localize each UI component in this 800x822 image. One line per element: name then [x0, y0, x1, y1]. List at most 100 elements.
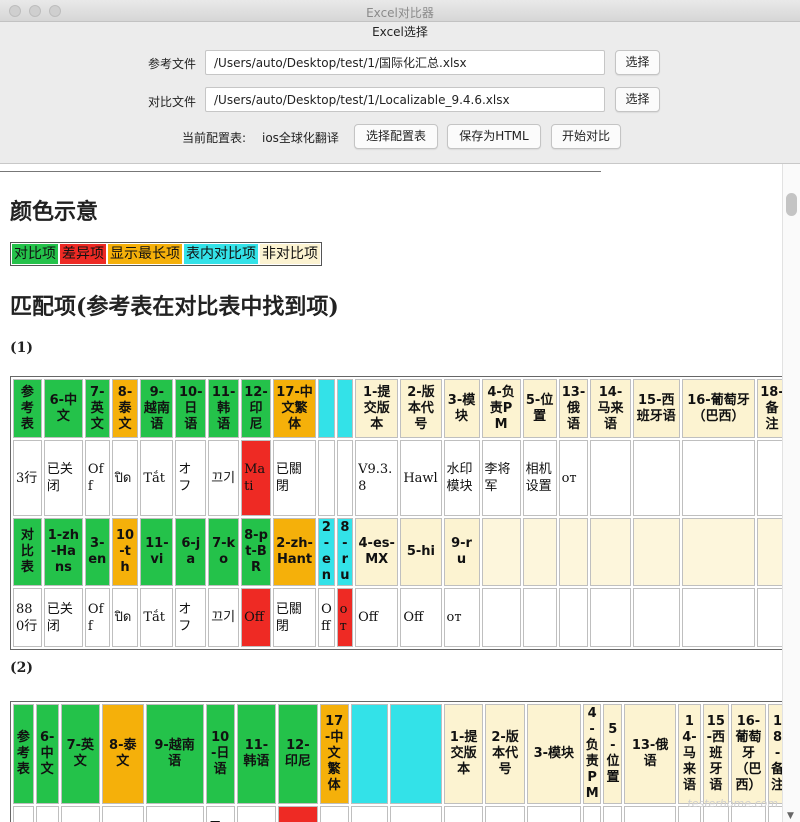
report-view[interactable]: 颜色示意 对比项 差异项 显示最长项 表内对比项 非对比项 匹配项(参考表在对比… — [0, 163, 800, 822]
cmp-header-cell: 对比表 — [13, 518, 42, 586]
cmp-value-cell: Tắt — [140, 588, 174, 647]
ref-header-cell: 1-提交版本 — [355, 379, 399, 438]
save-html-button[interactable]: 保存为HTML — [447, 124, 541, 149]
match-heading: 匹配项(参考表在对比表中找到项) — [10, 294, 339, 320]
cmp-header-cell — [558, 518, 589, 586]
ref-value-cell: Off — [84, 440, 110, 516]
scroll-down-icon[interactable]: ▼ — [787, 811, 794, 821]
ref-value-cell — [336, 440, 354, 516]
window-titlebar: Excel对比器 — [0, 0, 800, 22]
start-compare-button[interactable]: 开始对比 — [551, 124, 621, 149]
cmp-value-cell: 끄기 — [208, 588, 240, 647]
cmp-header-cell: 1-zh-Hans — [43, 518, 83, 586]
panel-title: Excel选择 — [372, 25, 428, 39]
ref-header-cell — [390, 704, 442, 804]
choose-compare-button[interactable]: 选择 — [615, 87, 660, 112]
ref-header-cell: 11-韩语 — [208, 379, 240, 438]
ref-header-cell: 16-葡萄牙（巴西） — [681, 379, 755, 438]
ref-header-cell: 11-韩语 — [236, 704, 277, 804]
cmp-value-cell: от — [443, 588, 480, 647]
cmp-value-cell: ปิด — [111, 588, 139, 647]
ref-header-cell: 13-俄语 — [558, 379, 589, 438]
ref-header-cell: 14-马来语 — [590, 379, 631, 438]
ref-header-cell: 2-版本代号 — [400, 379, 442, 438]
ref-header-cell: 8-泰文 — [102, 704, 144, 804]
ref-value-cell — [603, 806, 623, 822]
reference-file-field[interactable]: /Users/auto/Desktop/test/1/国际化汇总.xlsx — [205, 50, 605, 75]
ref-value-cell: ปิด — [111, 440, 139, 516]
ref-header-cell: 参考表 — [13, 704, 34, 804]
match-table-2: 参考表 6-中文 7-英文 8-泰文 9-越南语 10-日语 11-韩语 12-印尼 17-中文… — [10, 701, 790, 822]
cmp-value-cell: オフ — [175, 588, 207, 647]
ref-value-cell: V9.3.8 — [355, 440, 399, 516]
ref-value-cell: オフ — [175, 440, 207, 516]
ref-header-cell: 9-越南语 — [145, 704, 204, 804]
ref-value-cell: Mati — [241, 440, 271, 516]
ref-header-cell: 4-负责PM — [582, 704, 602, 804]
ref-value-cell — [145, 806, 204, 822]
cmp-value-cell: Off — [400, 588, 442, 647]
legend-noncompare: 非对比项 — [260, 244, 320, 264]
legend-longest: 显示最长项 — [108, 244, 182, 264]
cmp-value-cell: Off — [84, 588, 110, 647]
ref-header-cell — [336, 379, 354, 438]
ref-header-cell: 17-中文繁体 — [272, 379, 317, 438]
cmp-header-cell: 8-pt-BR — [241, 518, 271, 586]
ref-value-cell — [319, 806, 349, 822]
ref-header-cell: 14-马来语 — [678, 704, 701, 804]
ref-header-cell: 2-版本代号 — [485, 704, 525, 804]
ref-value-cell — [624, 806, 677, 822]
ref-header-cell: 17-中文繁体 — [319, 704, 349, 804]
match-table-1: 参考表 6-中文 7-英文 8-泰文 9-越南语 10-日语 11-韩语 12-印尼 17-中文… — [10, 376, 790, 650]
cmp-header-cell: 7-ko — [208, 518, 240, 586]
ref-header-cell: 5-位置 — [603, 704, 623, 804]
cmp-header-cell: 3-en — [84, 518, 110, 586]
cmp-header-cell: 4-es-MX — [355, 518, 399, 586]
section-label-1: (1) — [10, 340, 33, 356]
ref-value-cell — [350, 806, 389, 822]
cmp-value-cell — [681, 588, 755, 647]
ref-value-cell — [590, 440, 631, 516]
cmp-value-cell — [590, 588, 631, 647]
ref-value-cell: 3行 — [13, 440, 42, 516]
ref-header-cell: 3-模块 — [526, 704, 581, 804]
ref-header-cell: 16-葡萄牙（巴西） — [730, 704, 767, 804]
cmp-header-cell: 2-zh-Hant — [272, 518, 317, 586]
ref-value-cell — [318, 440, 335, 516]
ref-header-cell: 6-中文 — [35, 704, 59, 804]
ref-header-cell: 3-模块 — [443, 379, 480, 438]
color-legend-heading: 颜色示意 — [10, 199, 99, 225]
watermark: testerhome.com — [687, 797, 778, 810]
ref-value-cell: Tắt — [140, 440, 174, 516]
ref-value-cell: от — [558, 440, 589, 516]
reference-file-label: 参考文件 — [147, 57, 196, 71]
ref-value-cell — [526, 806, 581, 822]
ref-value-cell: Hawl — [400, 440, 442, 516]
ref-value-cell: ロ — [205, 806, 235, 822]
cmp-value-cell: 已关闭 — [43, 588, 83, 647]
ref-header-cell: 13-俄语 — [624, 704, 677, 804]
cmp-value-cell: Off — [355, 588, 399, 647]
legend-diff: 差异项 — [60, 244, 106, 264]
ref-value-cell: 已关闭 — [43, 440, 83, 516]
ref-header-cell: 10-日语 — [175, 379, 207, 438]
compare-file-field[interactable]: /Users/auto/Desktop/test/1/Localizable_9… — [205, 87, 605, 112]
cmp-header-cell: 6-ja — [175, 518, 207, 586]
cmp-value-cell — [481, 588, 521, 647]
ref-value-cell: 相机设置 — [522, 440, 557, 516]
cmp-header-cell — [522, 518, 557, 586]
choose-reference-button[interactable]: 选择 — [615, 50, 660, 75]
ref-header-cell: 9-越南语 — [140, 379, 174, 438]
ref-value-cell — [35, 806, 59, 822]
ref-header-cell — [318, 379, 335, 438]
ref-value-cell — [278, 806, 318, 822]
ref-value-cell — [390, 806, 442, 822]
vertical-scrollbar[interactable]: ▼ — [782, 164, 800, 822]
scrollbar-thumb[interactable] — [786, 193, 797, 216]
cmp-value-cell — [558, 588, 589, 647]
ref-header-cell: 12-印尼 — [278, 704, 318, 804]
ref-value-cell — [102, 806, 144, 822]
choose-config-button[interactable]: 选择配置表 — [354, 124, 438, 149]
cmp-value-cell: от — [336, 588, 354, 647]
cmp-value-cell: 已關閉 — [272, 588, 317, 647]
